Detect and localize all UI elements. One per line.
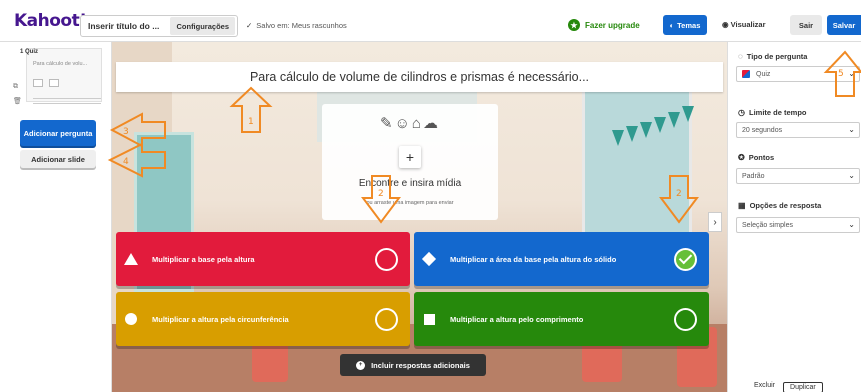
annotation-arrow-left	[109, 112, 166, 148]
annotation-number: 2	[676, 189, 682, 199]
annotation-arrow-down	[361, 175, 401, 224]
annotation-number: 2	[378, 189, 384, 199]
annotation-number: 3	[123, 127, 129, 137]
annotation-number: 4	[123, 157, 129, 167]
annotation-arrow-left	[107, 142, 166, 178]
tutorial-annotations: 1 2 2 3 4 5	[107, 50, 861, 224]
annotation-arrow-down	[659, 175, 699, 224]
annotation-number: 1	[248, 117, 254, 127]
annotation-number: 5	[838, 69, 844, 79]
